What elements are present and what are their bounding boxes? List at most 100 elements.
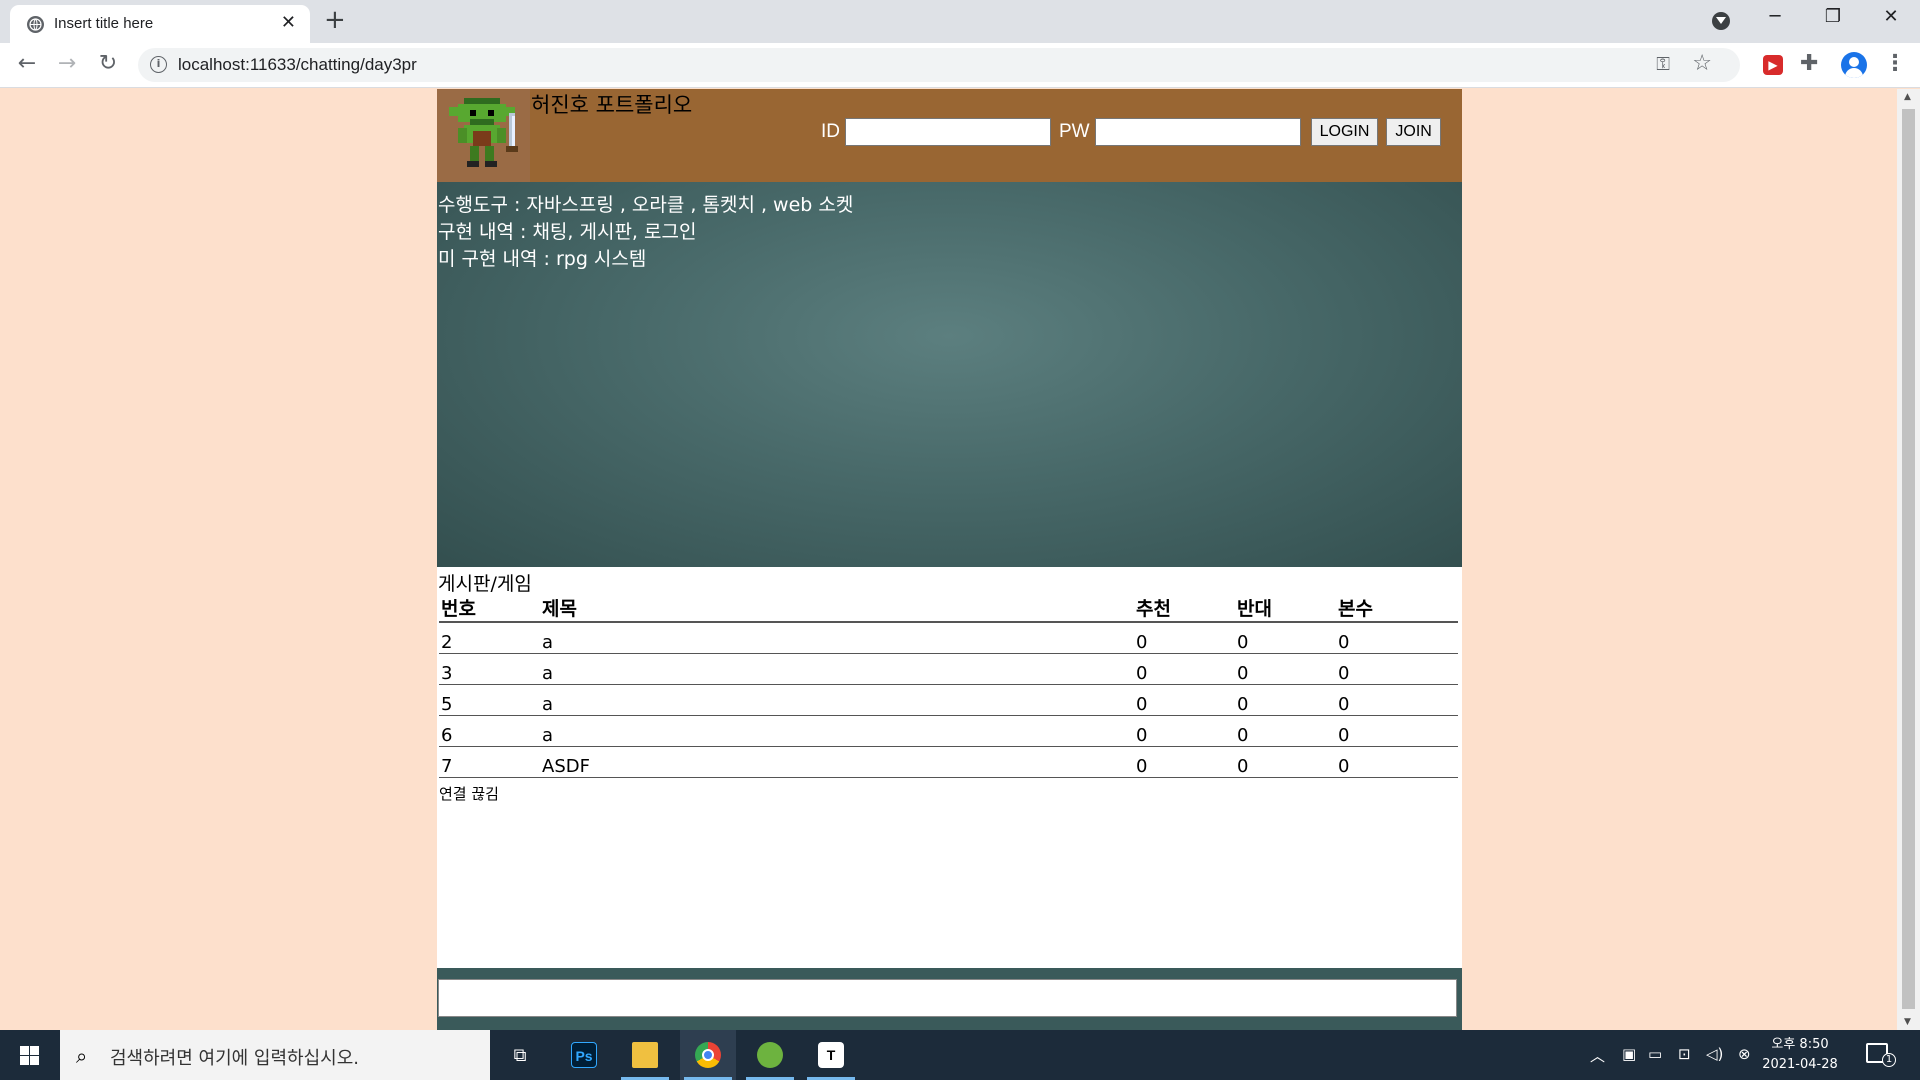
- notification-center-icon[interactable]: 1: [1866, 1043, 1896, 1067]
- chat-bar: [437, 968, 1462, 1030]
- post-number: 5: [439, 684, 540, 716]
- taskbar-search-placeholder: 검색하려면 여기에 입력하십시오.: [110, 1048, 360, 1069]
- post-views: 0: [1336, 715, 1458, 747]
- post-views: 0: [1336, 653, 1458, 685]
- id-label: ID: [821, 121, 840, 142]
- new-tab-button[interactable]: +: [324, 6, 346, 34]
- post-upvotes: 0: [1134, 715, 1235, 747]
- photoshop-icon[interactable]: Ps: [556, 1030, 612, 1080]
- file-explorer-icon[interactable]: [617, 1030, 673, 1080]
- battery-icon[interactable]: ▭: [1648, 1045, 1662, 1063]
- table-row[interactable]: 6 a 0 0 0: [439, 715, 1458, 747]
- system-clock[interactable]: 오후 8:50 2021-04-28: [1760, 1035, 1840, 1075]
- goblin-logo-image: [437, 89, 530, 182]
- board-table: 번호 제목 추천 반대 본수 2 a 0 0 0 3 a 0 0 0 5 a 0…: [439, 594, 1458, 778]
- column-header-number: 번호: [439, 594, 540, 623]
- post-title-link[interactable]: a: [540, 684, 1134, 716]
- address-bar[interactable]: i localhost:11633/chatting/day3pr ⚿ ☆: [138, 48, 1740, 82]
- typora-icon[interactable]: T: [803, 1030, 859, 1080]
- post-downvotes: 0: [1235, 746, 1336, 778]
- page-scrollbar[interactable]: ▲ ▼: [1897, 89, 1920, 1030]
- column-header-downvote: 반대: [1235, 594, 1336, 623]
- post-title-link[interactable]: a: [540, 653, 1134, 685]
- post-downvotes: 0: [1235, 622, 1336, 654]
- board-title: 게시판/게임: [438, 573, 532, 595]
- post-downvotes: 0: [1235, 684, 1336, 716]
- meet-now-icon[interactable]: ▣: [1622, 1045, 1636, 1063]
- post-views: 0: [1336, 622, 1458, 654]
- status-x-icon[interactable]: ⊗: [1738, 1045, 1751, 1063]
- forward-arrow-icon[interactable]: →: [52, 51, 82, 76]
- page-container: 허진호 포트폴리오 ID PW LOGIN JOIN 수행도구 : 자바스프링 …: [437, 89, 1462, 1030]
- post-upvotes: 0: [1134, 746, 1235, 778]
- password-key-icon[interactable]: ⚿: [1656, 54, 1670, 75]
- column-header-views: 본수: [1336, 594, 1458, 623]
- extensions-puzzle-icon[interactable]: ✚: [1800, 51, 1818, 76]
- project-info-panel: 수행도구 : 자바스프링 , 오라클 , 톰켓치 , web 소켓 구현 내역 …: [437, 182, 1462, 567]
- tab-search-icon[interactable]: [1712, 12, 1730, 30]
- window-close-button[interactable]: ✕: [1871, 6, 1911, 27]
- browser-menu-icon[interactable]: ⋮: [1884, 51, 1906, 76]
- extension-icon[interactable]: ▶: [1763, 55, 1783, 75]
- post-title-link[interactable]: a: [540, 622, 1134, 654]
- table-row[interactable]: 3 a 0 0 0: [439, 653, 1458, 685]
- table-row[interactable]: 2 a 0 0 0: [439, 622, 1458, 654]
- site-title: 허진호 포트폴리오: [531, 93, 693, 117]
- column-header-upvote: 추천: [1134, 594, 1235, 623]
- info-tools: 수행도구 : 자바스프링 , 오라클 , 톰켓치 , web 소켓: [438, 194, 854, 216]
- scroll-up-arrow-icon[interactable]: ▲: [1904, 92, 1911, 102]
- windows-taskbar: ⌕ 검색하려면 여기에 입력하십시오. ⧉ Ps T ︿ ▣ ▭ ⊡ ◁) ⊗ …: [0, 1030, 1920, 1080]
- tab-close-icon[interactable]: ✕: [281, 13, 296, 33]
- column-header-title: 제목: [540, 594, 1134, 623]
- board-header-row: 번호 제목 추천 반대 본수: [439, 594, 1458, 623]
- task-view-icon[interactable]: ⧉: [492, 1030, 548, 1080]
- back-arrow-icon[interactable]: ←: [12, 51, 42, 76]
- post-views: 0: [1336, 684, 1458, 716]
- browser-tab[interactable]: Insert title here ✕: [10, 5, 310, 43]
- login-button[interactable]: LOGIN: [1310, 118, 1379, 146]
- info-implemented: 구현 내역 : 채팅, 게시판, 로그인: [438, 221, 697, 243]
- login-form: ID PW LOGIN JOIN: [821, 117, 1447, 147]
- info-not-implemented: 미 구현 내역 : rpg 시스템: [438, 248, 647, 270]
- network-icon[interactable]: ⊡: [1678, 1045, 1691, 1063]
- id-input[interactable]: [845, 118, 1051, 146]
- post-downvotes: 0: [1235, 715, 1336, 747]
- post-title-link[interactable]: a: [540, 715, 1134, 747]
- browser-toolbar: ← → ↻ i localhost:11633/chatting/day3pr …: [0, 43, 1920, 88]
- notification-count-badge: 1: [1882, 1053, 1896, 1067]
- globe-icon: [27, 16, 44, 33]
- volume-icon[interactable]: ◁): [1706, 1045, 1723, 1063]
- site-info-icon[interactable]: i: [150, 56, 167, 73]
- post-title-link[interactable]: ASDF: [540, 746, 1134, 778]
- restore-button[interactable]: ❐: [1813, 6, 1853, 27]
- scrollbar-thumb[interactable]: [1902, 109, 1915, 1009]
- search-icon: ⌕: [76, 1044, 88, 1068]
- chrome-icon[interactable]: [680, 1030, 736, 1080]
- post-upvotes: 0: [1134, 684, 1235, 716]
- spring-tool-suite-icon[interactable]: [742, 1030, 798, 1080]
- tray-overflow-icon[interactable]: ︿: [1590, 1045, 1605, 1066]
- pw-label: PW: [1059, 121, 1090, 142]
- site-header: 허진호 포트폴리오 ID PW LOGIN JOIN: [437, 89, 1462, 182]
- password-input[interactable]: [1094, 118, 1301, 146]
- post-number: 3: [439, 653, 540, 685]
- table-row[interactable]: 7 ASDF 0 0 0: [439, 746, 1458, 778]
- minimize-button[interactable]: ─: [1755, 6, 1795, 27]
- clock-time: 오후 8:50: [1771, 1037, 1829, 1052]
- chat-input[interactable]: [438, 979, 1457, 1017]
- bookmark-star-icon[interactable]: ☆: [1692, 51, 1712, 76]
- taskbar-search-box[interactable]: ⌕ 검색하려면 여기에 입력하십시오.: [60, 1030, 490, 1080]
- join-button[interactable]: JOIN: [1386, 118, 1441, 146]
- profile-avatar-icon[interactable]: [1841, 52, 1867, 78]
- post-number: 7: [439, 746, 540, 778]
- windows-start-icon[interactable]: [0, 1030, 58, 1080]
- scroll-down-arrow-icon[interactable]: ▼: [1904, 1017, 1911, 1027]
- browser-tab-strip: Insert title here ✕ + ─ ❐ ✕: [0, 0, 1920, 43]
- table-row[interactable]: 5 a 0 0 0: [439, 684, 1458, 716]
- post-upvotes: 0: [1134, 622, 1235, 654]
- post-number: 6: [439, 715, 540, 747]
- post-number: 2: [439, 622, 540, 654]
- clock-date: 2021-04-28: [1762, 1057, 1838, 1072]
- reload-icon[interactable]: ↻: [93, 51, 123, 76]
- url-text[interactable]: localhost:11633/chatting/day3pr: [178, 55, 417, 75]
